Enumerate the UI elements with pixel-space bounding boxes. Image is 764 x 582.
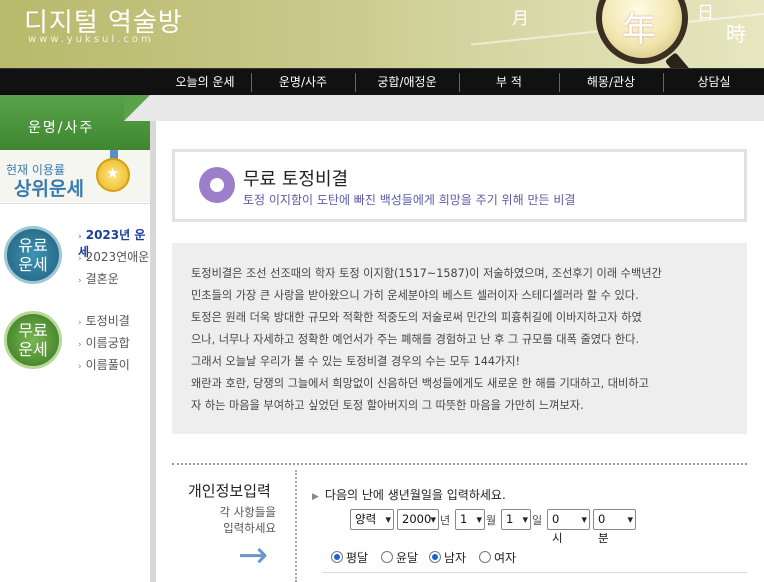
year-select[interactable]: 2000 bbox=[397, 509, 439, 530]
description-line: 으나, 너무나 자세하고 정확한 예언서가 주는 폐해를 경험하고 난 후 그 … bbox=[191, 333, 640, 346]
link-label: 이름풀이 bbox=[85, 358, 130, 372]
description-line: 토정비결은 조선 선조때의 학자 토정 이지함(1517~1587)이 저술하였… bbox=[191, 267, 662, 280]
chevron-right-icon: › bbox=[78, 362, 82, 372]
radio-icon bbox=[381, 551, 393, 563]
chevron-right-icon: › bbox=[78, 340, 82, 350]
gender-radio-male[interactable]: 남자 bbox=[429, 549, 466, 566]
year-char: 年 bbox=[622, 10, 656, 50]
hour-select[interactable]: 0 시 bbox=[547, 509, 590, 545]
chevron-right-icon: › bbox=[78, 254, 82, 264]
description-line: 그래서 오늘날 우리가 볼 수 있는 토정비결 경우의 수는 모두 144가지! bbox=[191, 355, 521, 368]
sidebar-divider bbox=[0, 203, 150, 204]
month-select[interactable]: 1 bbox=[455, 509, 485, 530]
nav-item-talisman[interactable]: 부 적 bbox=[460, 69, 558, 96]
nav-item-consult[interactable]: 상담실 bbox=[664, 69, 764, 96]
dotted-divider bbox=[172, 463, 747, 465]
description-box: 토정비결은 조선 선조때의 학자 토정 이지함(1517~1587)이 저술하였… bbox=[172, 243, 747, 434]
sidebar-link-name-reading[interactable]: › 이름풀이 bbox=[78, 356, 130, 373]
description-line: 자 하는 마음을 부여하고 싶었던 토정 할아버지의 그 따뜻한 마음을 가만히… bbox=[191, 399, 584, 412]
page-title-box: 무료 토정비결 토정 이지함이 도탄에 빠진 백성들에게 희망을 주기 위해 만… bbox=[172, 149, 747, 222]
radio-label: 윤달 bbox=[396, 551, 419, 565]
sidebar-link-name-compat[interactable]: › 이름궁합 bbox=[78, 334, 130, 351]
birthdate-prompt: ▶ 다음의 난에 생년월일을 입력하세요. bbox=[312, 486, 506, 503]
chevron-right-icon: › bbox=[78, 232, 82, 242]
day-select[interactable]: 1 bbox=[501, 509, 531, 530]
rank-banner[interactable]: 현재 이용률 상위운세 ★ bbox=[0, 150, 150, 202]
form-bottom-line bbox=[322, 572, 747, 573]
radio-icon bbox=[429, 551, 441, 563]
description-line: 토정은 원래 더욱 방대한 규모와 적확한 적중도의 저술로써 민간의 피흉취길… bbox=[191, 311, 642, 324]
medal-icon: ★ bbox=[96, 158, 130, 192]
subtitle-line: 각 사항들을 bbox=[219, 505, 276, 519]
free-fortune-label: 무료 운세 bbox=[18, 321, 48, 359]
personal-info-subtitle: 각 사항들을 입력하세요 bbox=[172, 504, 276, 536]
paid-fortune-badge: 유료 운세 bbox=[4, 226, 62, 284]
sidebar-link-tojeong[interactable]: › 토정비결 bbox=[78, 312, 130, 329]
gender-radio-female[interactable]: 여자 bbox=[479, 549, 516, 566]
site-logo-url: www.yuksul.com bbox=[28, 34, 154, 45]
time-char: 時 bbox=[726, 22, 746, 46]
radio-label: 평달 bbox=[346, 551, 369, 565]
month-unit: 월 bbox=[486, 514, 497, 527]
calendar-type-select[interactable]: 양력 bbox=[350, 509, 394, 530]
link-label: 2023연애운 bbox=[85, 250, 150, 264]
prompt-text: 다음의 난에 생년월일을 입력하세요. bbox=[324, 488, 506, 502]
link-label: 이름궁합 bbox=[85, 336, 130, 350]
sun-char: 日 bbox=[697, 3, 714, 23]
chevron-right-icon: › bbox=[78, 318, 82, 328]
rank-line2: 상위운세 bbox=[14, 178, 84, 200]
leap-radio-leap[interactable]: 윤달 bbox=[381, 549, 418, 566]
form-divider bbox=[295, 470, 297, 582]
subtitle-line: 입력하세요 bbox=[223, 521, 276, 535]
arrow-right-icon: → bbox=[238, 535, 269, 576]
personal-info-title: 개인정보입력 bbox=[188, 482, 271, 500]
page-title: 무료 토정비결 bbox=[243, 169, 349, 190]
leap-radio-normal[interactable]: 평달 bbox=[331, 549, 368, 566]
nav-item-today-fortune[interactable]: 오늘의 운세 bbox=[160, 69, 250, 96]
content-gutter bbox=[150, 121, 156, 582]
nav-item-compatibility[interactable]: 궁합/애정운 bbox=[356, 69, 458, 96]
link-label: 결혼운 bbox=[85, 272, 119, 286]
tab-corner-fold bbox=[124, 95, 150, 121]
radio-label: 여자 bbox=[494, 551, 517, 565]
triangle-right-icon: ▶ bbox=[312, 492, 319, 502]
chevron-right-icon: › bbox=[78, 276, 82, 286]
sidebar-link-2023-love[interactable]: › 2023연애운 bbox=[78, 248, 149, 265]
description-line: 왜란과 호란, 당쟁의 그늘에서 희망없이 신음하던 백성들에게도 새로운 한 … bbox=[191, 377, 649, 390]
link-label: 토정비결 bbox=[85, 314, 130, 328]
year-unit: 년 bbox=[440, 514, 451, 527]
sub-bar bbox=[150, 95, 764, 121]
site-header: 디지털 역술방 www.yuksul.com 月 年 日 時 bbox=[0, 0, 764, 68]
day-unit: 일 bbox=[532, 514, 543, 527]
nav-item-destiny[interactable]: 운명/사주 bbox=[252, 69, 354, 96]
free-fortune-badge: 무료 운세 bbox=[4, 311, 62, 369]
radio-label: 남자 bbox=[444, 551, 467, 565]
radio-icon bbox=[479, 551, 491, 563]
bullet-circle-icon bbox=[199, 167, 235, 203]
moon-char: 月 bbox=[512, 9, 529, 29]
sidebar-section-label: 운명/사주 bbox=[28, 120, 95, 136]
minute-select[interactable]: 0 분 bbox=[593, 509, 636, 545]
radio-icon bbox=[331, 551, 343, 563]
sidebar-section-tab: 운명/사주 bbox=[0, 95, 150, 150]
sidebar: 운명/사주 현재 이용률 상위운세 ★ 유료 운세 › 2023년 운세 › 2023… bbox=[0, 95, 150, 582]
sidebar-link-marriage[interactable]: › 결혼운 bbox=[78, 270, 119, 287]
page-subtitle: 토정 이지함이 도탄에 빠진 백성들에게 희망을 주기 위해 만든 비결 bbox=[243, 193, 576, 207]
main-nav: 오늘의 운세 운명/사주 궁합/애정운 부 적 해몽/관상 상담실 bbox=[0, 68, 764, 95]
personal-info-form: 개인정보입력 각 사항들을 입력하세요 → ▶ 다음의 난에 생년월일을 입력하세… bbox=[172, 470, 747, 582]
magnifier-handle bbox=[664, 52, 702, 68]
paid-fortune-label: 유료 운세 bbox=[18, 236, 48, 274]
nav-item-dream[interactable]: 해몽/관상 bbox=[560, 69, 662, 96]
description-line: 민초들의 가장 큰 사랑을 받아왔으니 가히 운세분야의 베스트 셀러이자 스테… bbox=[191, 289, 639, 302]
star-icon: ★ bbox=[106, 164, 120, 182]
